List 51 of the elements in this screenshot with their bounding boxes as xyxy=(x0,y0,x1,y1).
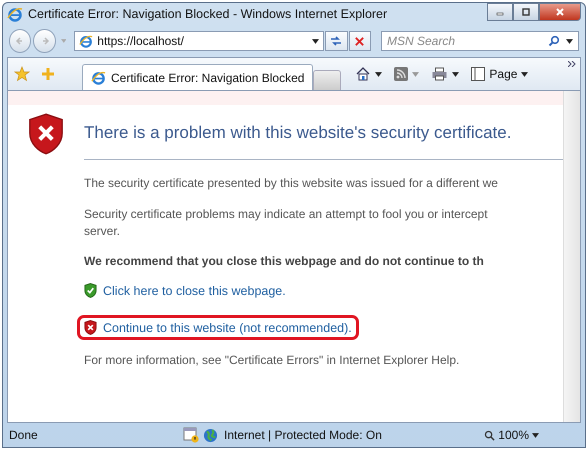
browser-logo-icon xyxy=(79,34,94,48)
close-page-link[interactable]: Click here to close this webpage. xyxy=(103,284,286,298)
description-text: Security certificate problems may indicate an attempt to fool you or intercept server. xyxy=(84,206,489,240)
zoom-icon xyxy=(484,430,496,440)
minimize-button[interactable] xyxy=(487,3,513,21)
shield-error-icon xyxy=(84,320,97,335)
close-icon xyxy=(555,7,565,17)
continue-link[interactable]: Continue to this website (not recommended). xyxy=(103,320,352,334)
shield-error-icon xyxy=(28,113,64,155)
stop-icon xyxy=(354,36,366,46)
star-icon[interactable] xyxy=(14,66,30,82)
close-button[interactable] xyxy=(539,3,581,21)
back-button[interactable] xyxy=(9,29,32,53)
caret-icon[interactable] xyxy=(312,38,320,44)
caret-icon[interactable] xyxy=(566,38,573,44)
globe-icon xyxy=(203,428,218,442)
status-text: Done xyxy=(9,428,39,442)
page-icon xyxy=(471,67,486,81)
refresh-icon xyxy=(330,35,342,47)
caret-icon xyxy=(532,432,539,438)
stop-button[interactable] xyxy=(348,31,371,51)
error-heading: There is a problem with this website's security certificate. xyxy=(84,122,512,143)
address-bar[interactable]: https://localhost/ xyxy=(74,31,324,51)
recommendation-text: We recommend that you close this webpage and do not continue to th xyxy=(84,254,485,268)
window-title: Certificate Error: Navigation Blocked - Windows Internet Explorer xyxy=(28,7,388,21)
search-icon[interactable] xyxy=(548,35,560,47)
security-zone-text: Internet | Protected Mode: On xyxy=(224,428,382,442)
caret-icon[interactable] xyxy=(375,72,382,76)
refresh-button[interactable] xyxy=(325,31,348,51)
certificate-warning-icon xyxy=(183,427,199,443)
browser-logo-icon xyxy=(91,70,106,85)
browser-logo-icon xyxy=(7,6,23,22)
maximize-icon xyxy=(521,7,531,17)
printer-icon[interactable] xyxy=(431,67,448,81)
search-field[interactable]: MSN Search xyxy=(386,34,542,48)
help-text: For more information, see "Certificate Errors" in Internet Explorer Help. xyxy=(84,352,460,369)
chevron-icon[interactable] xyxy=(568,61,576,67)
description-text: The security certificate presented by this website was issued for a different we xyxy=(84,175,499,192)
maximize-button[interactable] xyxy=(513,3,539,21)
caret-icon xyxy=(521,72,528,76)
browser-tab[interactable]: Certificate Error: Navigation Blocked xyxy=(82,64,314,90)
home-icon[interactable] xyxy=(355,66,372,82)
page-menu-button[interactable]: Page xyxy=(471,67,528,81)
forward-button[interactable] xyxy=(33,29,56,53)
search-bar[interactable]: MSN Search xyxy=(380,31,579,51)
feed-icon[interactable] xyxy=(394,67,408,81)
zoom-button[interactable]: 100% xyxy=(484,428,539,442)
address-field[interactable]: https://localhost/ xyxy=(97,34,308,48)
caret-icon[interactable] xyxy=(452,72,460,76)
scrollbar[interactable] xyxy=(563,91,580,422)
shield-check-icon xyxy=(84,283,97,298)
